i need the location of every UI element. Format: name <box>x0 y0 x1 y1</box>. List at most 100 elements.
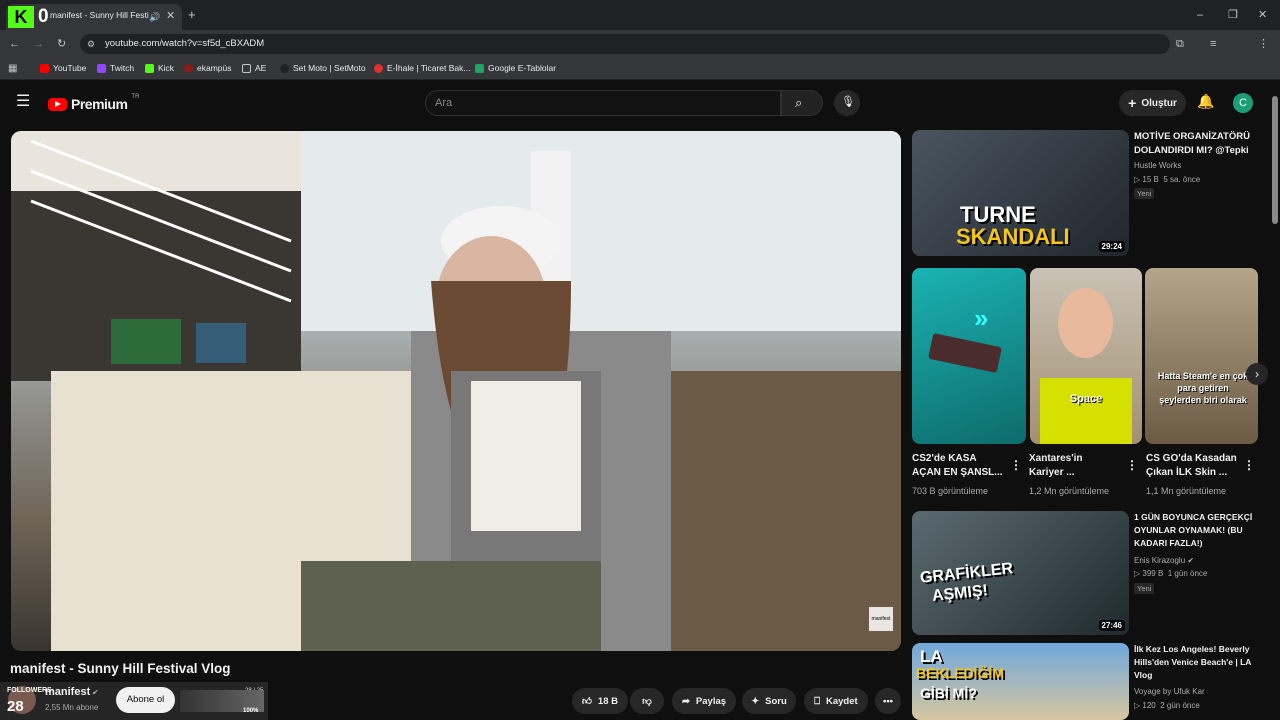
short-title-1[interactable]: CS2'de KASA AÇAN EN ŞANSL... <box>912 452 1003 480</box>
subscribe-button[interactable]: Abone ol <box>116 687 175 713</box>
channel-name[interactable]: Enis Kirazoglu ✔ <box>1134 555 1194 567</box>
minimize-icon[interactable]: – <box>1197 9 1203 21</box>
ekampus-icon <box>184 63 193 73</box>
shorts-next-arrow-icon[interactable]: › <box>1246 363 1268 385</box>
video-player[interactable]: manifest <box>11 131 901 651</box>
share-arrow-icon: ➦ <box>681 695 690 707</box>
bookmark-kick[interactable]: Kick <box>145 63 174 73</box>
sidebar-video-title-1[interactable]: MOTİVE ORGANİZATÖRÜ DOLANDIRDI MI? @Tepki <box>1134 130 1250 158</box>
youtube-play-icon <box>48 97 67 111</box>
media-icon[interactable]: ≡ <box>1210 38 1216 50</box>
bookmark-google-sheets[interactable]: Google E-Tablolar <box>475 63 556 73</box>
video-stats: ▷ 399 B 1 gün önce <box>1134 569 1208 578</box>
case-image <box>928 333 1002 373</box>
extensions-icon[interactable]: ⧉ <box>1176 38 1184 50</box>
speaker-icon[interactable]: 🔊 <box>149 11 160 23</box>
face-image <box>1058 288 1113 358</box>
sidebar-video-thumbnail-1[interactable]: TURNE SKANDALI 29:24 <box>912 130 1129 256</box>
more-actions-button[interactable]: ••• <box>875 688 901 714</box>
views-icon: ▷ <box>1134 569 1141 578</box>
channel-name[interactable]: manifest <box>45 686 90 698</box>
short-title-2[interactable]: Xantares'in Kariyer ... <box>1029 452 1083 480</box>
menu-kebab-icon[interactable]: ⋮ <box>1258 38 1269 50</box>
goal-percent: 100% <box>243 708 259 714</box>
video-watermark: manifest <box>869 607 893 631</box>
site-info-icon[interactable]: ⚙ <box>87 38 95 50</box>
bookmark-setmoto[interactable]: Set Moto | SetMoto <box>280 63 366 73</box>
youtube-premium-logo[interactable]: Premium TR <box>48 94 139 112</box>
close-tab-icon[interactable]: ✕ <box>166 10 175 22</box>
kick-icon <box>145 63 154 73</box>
setmoto-icon <box>280 63 289 73</box>
channel-name[interactable]: Voyage by Ufuk Kar <box>1134 686 1205 698</box>
notifications-bell-icon[interactable]: 🔔 <box>1197 94 1214 108</box>
video-title: manifest - Sunny Hill Festival Vlog <box>10 661 231 676</box>
new-tab-icon[interactable]: + <box>188 8 196 21</box>
short-thumbnail-3[interactable]: Hatta Steam'e en çok para getiren şeyler… <box>1145 268 1258 444</box>
forward-icon[interactable]: → <box>33 38 44 50</box>
video-duration: 27:46 <box>1098 620 1125 631</box>
views-icon: ▷ <box>1134 175 1141 184</box>
microphone-icon: 🎙 <box>841 96 855 108</box>
short-menu-icon[interactable]: ⋮ <box>1243 458 1255 472</box>
twitch-icon <box>97 63 106 73</box>
search-input[interactable]: Ara <box>425 90 781 116</box>
sheets-icon <box>475 63 484 73</box>
double-chevron-icon: » <box>974 303 989 333</box>
short-menu-icon[interactable]: ⋮ <box>1126 458 1138 472</box>
dislike-button[interactable]: 👎︎ <box>630 688 664 714</box>
hamburger-menu-icon[interactable]: ☰ <box>16 94 30 110</box>
bookmark-ae[interactable]: AE <box>242 63 266 73</box>
tab-title: manifest - Sunny Hill Festi <box>50 10 149 20</box>
channel-name[interactable]: Hustle Works <box>1134 160 1181 172</box>
sidebar-video-thumbnail-2[interactable]: GRAFİKLER AŞMIŞ! 27:46 <box>912 511 1129 635</box>
search-button[interactable]: ⌕ <box>781 90 823 116</box>
save-button[interactable]: ⎕ Kaydet <box>804 688 868 714</box>
jersey-image <box>1040 378 1132 444</box>
account-avatar[interactable]: C <box>1233 93 1253 113</box>
sidebar-video-title-2[interactable]: 1 GÜN BOYUNCA GERÇEKÇİ OYUNLAR OYNAMAK! (… <box>1134 511 1252 550</box>
new-badge: Yeni <box>1134 583 1155 594</box>
thumbs-down-icon: 👎︎ <box>642 696 652 707</box>
followers-count: 28 <box>7 698 24 715</box>
bookmarks-bar: ▦ YouTube Twitch Kick ekampüs AE Set Mot… <box>0 58 1280 80</box>
thumbs-up-icon: 👍︎ <box>581 696 592 707</box>
maximize-icon[interactable]: ❐ <box>1228 9 1238 21</box>
like-button[interactable]: 👍︎ 18 B <box>572 688 628 714</box>
reload-icon[interactable]: ↻ <box>57 38 66 50</box>
voice-search-button[interactable]: 🎙 <box>834 90 860 116</box>
kick-logo: K <box>8 6 34 28</box>
short-views-1: 703 B görüntüleme <box>912 486 989 496</box>
ask-button[interactable]: ✦ Soru <box>742 688 796 714</box>
page-scrollbar[interactable] <box>1272 96 1278 224</box>
short-title-3[interactable]: CS GO'da Kasadan Çıkan İLK Skin ... <box>1146 452 1237 480</box>
short-thumbnail-2[interactable]: Space <box>1030 268 1142 444</box>
sidebar-video-thumbnail-3[interactable]: LA BEKLEDİĞİM GİBİ Mİ? <box>912 643 1129 720</box>
video-frame <box>11 131 901 651</box>
youtube-icon <box>40 63 49 73</box>
new-badge: Yeni <box>1134 188 1155 199</box>
bookmark-eihale[interactable]: E-İhale | Ticaret Bak... <box>374 63 470 73</box>
verified-icon: ✔ <box>1187 556 1195 565</box>
bookmark-ekampus[interactable]: ekampüs <box>184 63 232 73</box>
apps-grid-icon[interactable]: ▦ <box>8 63 17 75</box>
browser-tab-bar: manifest - Sunny Hill Festi 🔊 ✕ K 0 + – … <box>0 0 1280 30</box>
subscriber-count: 2,55 Mn abone <box>45 703 99 712</box>
create-button[interactable]: + Oluştur <box>1119 90 1186 116</box>
plus-icon: + <box>1128 95 1137 111</box>
omnibox[interactable]: ⚙ youtube.com/watch?v=sf5d_cBXADM <box>80 34 1170 54</box>
sidebar-video-title-3[interactable]: İlk Kez Los Angeles! Beverly Hills'den Ve… <box>1134 643 1251 682</box>
short-thumbnail-1[interactable]: » <box>912 268 1026 444</box>
share-button[interactable]: ➦ Paylaş <box>672 688 736 714</box>
bookmark-icon: ⎕ <box>814 695 820 707</box>
views-icon: ▷ <box>1134 701 1141 710</box>
short-views-2: 1,2 Mn görüntüleme <box>1029 486 1110 496</box>
bookmark-twitch[interactable]: Twitch <box>97 63 134 73</box>
back-icon[interactable]: ← <box>9 38 20 50</box>
video-stats: ▷ 15 B 5 sa. önce <box>1134 175 1201 184</box>
video-stats: ▷ 120 2 gün önce <box>1134 701 1200 710</box>
bookmark-youtube[interactable]: YouTube <box>40 63 86 73</box>
video-duration: 29:24 <box>1098 241 1125 252</box>
short-menu-icon[interactable]: ⋮ <box>1010 458 1022 472</box>
close-window-icon[interactable]: ✕ <box>1258 9 1267 21</box>
